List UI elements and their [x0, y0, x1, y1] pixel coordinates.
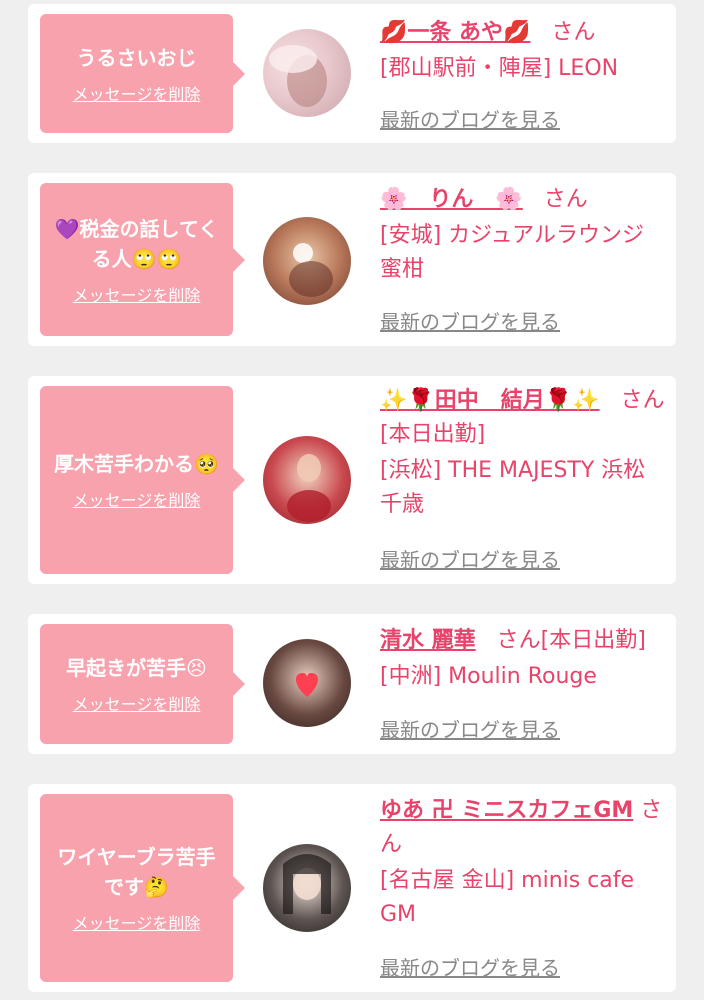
favorite-card: 💜税金の話してくる人🙄🙄 メッセージを削除 🌸 りん 🌸 さん [安城] カジュ… — [28, 173, 676, 346]
message-text: 厚木苦手わかる🥺 — [54, 452, 219, 476]
favorite-card: 厚木苦手わかる🥺 メッセージを削除 ✨🌹田中 結月🌹✨ さん[本日出勤] [浜松… — [28, 376, 676, 584]
message-text: 💜税金の話してくる人🙄🙄 — [54, 216, 219, 271]
avatar[interactable] — [263, 29, 351, 117]
cast-info: ✨🌹田中 結月🌹✨ さん[本日出勤] [浜松] THE MAJESTY 浜松千歳 — [380, 384, 665, 522]
delete-message-link[interactable]: メッセージを削除 — [73, 691, 201, 715]
cast-name-link[interactable]: ゆあ 卍 ミニスカフェGM — [380, 798, 633, 823]
shop-name: [郡山駅前・陣屋] LEON — [380, 56, 619, 81]
latest-blog-link[interactable]: 最新のブログを見る — [380, 952, 560, 981]
message-bubble: 厚木苦手わかる🥺 メッセージを削除 — [40, 386, 245, 574]
honorific: さん — [551, 20, 596, 45]
favorite-card: ワイヤーブラ苦手です🤔 メッセージを削除 ゆあ 卍 ミニスカフェGM さん [名… — [28, 784, 676, 992]
message-bubble: 💜税金の話してくる人🙄🙄 メッセージを削除 — [40, 183, 245, 336]
shop-name: [安城] カジュアルラウンジ 蜜柑 — [380, 223, 666, 282]
message-bubble: うるさいおじ メッセージを削除 — [40, 14, 245, 133]
shop-name: [中洲] Moulin Rouge — [380, 664, 597, 689]
cast-info: 💋一条 あや💋 さん [郡山駅前・陣屋] LEON — [380, 16, 665, 86]
message-text: うるさいおじ — [76, 45, 197, 70]
avatar[interactable] — [263, 217, 351, 305]
shop-name: [浜松] THE MAJESTY 浜松千歳 — [380, 458, 646, 517]
avatar[interactable] — [263, 639, 351, 727]
shop-name: [名古屋 金山] minis cafe GM — [380, 868, 635, 927]
delete-message-link[interactable]: メッセージを削除 — [73, 487, 201, 511]
latest-blog-link[interactable]: 最新のブログを見る — [380, 544, 560, 573]
message-bubble: ワイヤーブラ苦手です🤔 メッセージを削除 — [40, 794, 245, 982]
favorite-card: うるさいおじ メッセージを削除 💋一条 あや💋 さん [郡山駅前・陣屋] LEO… — [28, 4, 676, 143]
cast-info: 🌸 りん 🌸 さん [安城] カジュアルラウンジ 蜜柑 — [380, 183, 666, 287]
honorific: さん — [543, 187, 588, 212]
cast-info: 清水 麗華 さん[本日出勤] [中洲] Moulin Rouge — [380, 624, 665, 694]
avatar-photo — [289, 243, 333, 297]
avatar-photo — [287, 454, 331, 522]
delete-message-link[interactable]: メッセージを削除 — [73, 910, 201, 934]
cast-name-link[interactable]: ✨🌹田中 結月🌹✨ — [380, 388, 600, 413]
cast-name-link[interactable]: 🌸 りん 🌸 — [380, 187, 523, 212]
avatar[interactable] — [263, 844, 351, 932]
latest-blog-link[interactable]: 最新のブログを見る — [380, 104, 560, 133]
avatar[interactable] — [263, 436, 351, 524]
latest-blog-link[interactable]: 最新のブログを見る — [380, 714, 560, 743]
cast-name-link[interactable]: 清水 麗華 — [380, 628, 476, 653]
delete-message-link[interactable]: メッセージを削除 — [73, 81, 201, 105]
message-text: ワイヤーブラ苦手です🤔 — [57, 845, 216, 899]
delete-message-link[interactable]: メッセージを削除 — [73, 282, 201, 306]
avatar-photo — [269, 45, 327, 107]
latest-blog-link[interactable]: 最新のブログを見る — [380, 306, 560, 335]
avatar-photo — [283, 854, 331, 914]
favorite-card: 早起きが苦手😣 メッセージを削除 清水 麗華 さん[本日出勤] [中洲] Mou… — [28, 614, 676, 754]
cast-info: ゆあ 卍 ミニスカフェGM さん [名古屋 金山] minis cafe GM — [380, 794, 665, 932]
cast-name-link[interactable]: 💋一条 あや💋 — [380, 20, 530, 45]
message-bubble: 早起きが苦手😣 メッセージを削除 — [40, 624, 245, 744]
honorific: さん[本日出勤] — [496, 628, 646, 653]
avatar-photo — [295, 673, 319, 697]
message-text: 早起きが苦手😣 — [66, 656, 207, 680]
